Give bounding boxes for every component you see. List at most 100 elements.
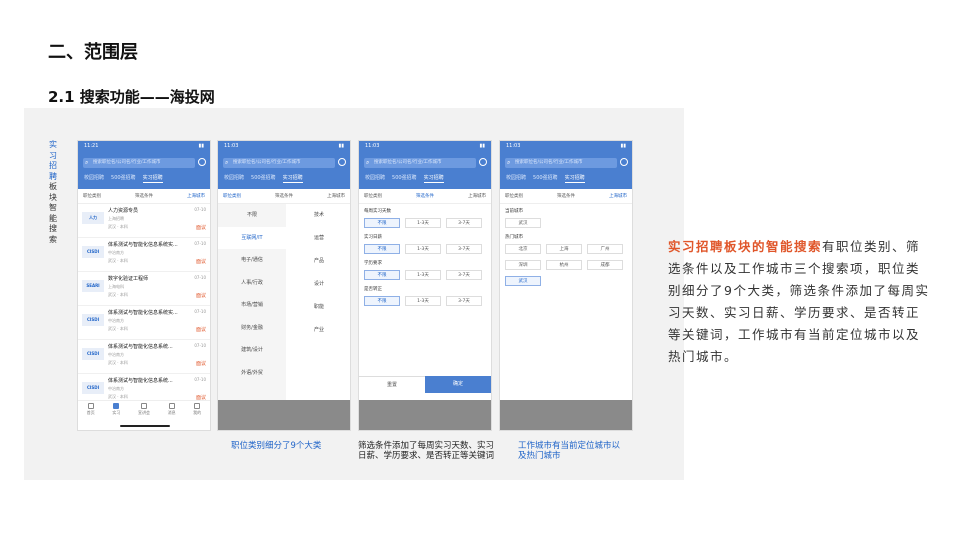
job-date: 07-10 [194, 377, 206, 382]
battery-icon: ▮▮ [479, 143, 485, 149]
category-item[interactable]: 市场/营销 [218, 294, 286, 317]
tab-500[interactable]: 500强招聘 [533, 174, 558, 183]
nav-talks[interactable]: 宣讲会 [138, 403, 150, 416]
search-input[interactable]: ⌕ 搜索职位名/公司名/行业/工作城市 [505, 158, 617, 168]
city-chip[interactable]: 武汉 [505, 218, 541, 228]
filter-category[interactable]: 职位类别 [364, 193, 382, 199]
dim-overlay[interactable] [500, 400, 632, 430]
category-item[interactable]: 人事/行政 [218, 272, 286, 295]
search-input[interactable]: ⌕ 搜索职位名/公司名/行业/工作城市 [364, 158, 476, 168]
option-chip[interactable]: 3-7天 [446, 270, 482, 280]
list-item[interactable]: SEARI 数字化验证工程师 上海电科 武汉 · 本科 07-10 面议 [78, 272, 210, 306]
tab-intern[interactable]: 实习招聘 [423, 174, 444, 183]
slide-title: 二、范围层 [48, 42, 138, 63]
job-meta: 武汉 · 本科 [108, 360, 128, 365]
option-chip[interactable]: 3-7天 [446, 296, 482, 306]
filter-city[interactable]: 上海城市 [468, 193, 486, 199]
city-chip[interactable]: 武汉 [505, 276, 541, 286]
search-icon: ⌕ [507, 159, 511, 166]
search-placeholder: 搜索职位名/公司名/行业/工作城市 [515, 160, 583, 165]
category-item[interactable]: 互联网/IT [218, 226, 286, 249]
category-item[interactable]: 外语/外贸 [218, 362, 286, 385]
filter-conditions[interactable]: 筛选条件 [416, 193, 434, 199]
city-chip[interactable]: 上海 [546, 244, 582, 254]
company-logo: CISDI [82, 348, 104, 360]
category-item[interactable]: 不限 [218, 204, 286, 227]
list-item[interactable]: CISDI 体系测试与智能化信息系统实... 中冶南方 武汉 · 本科 07-10 面议 [78, 306, 210, 340]
filter-category[interactable]: 职位类别 [505, 193, 523, 199]
nav-me[interactable]: 我的 [193, 403, 201, 416]
list-item[interactable]: CISDI 体系测试与智能化信息系统实... 中冶南方 武汉 · 本科 07-10 面议 [78, 238, 210, 272]
subcategory-item[interactable]: 产品 [286, 250, 350, 273]
filter-bar: 职位类别 筛选条件 上海城市 [500, 189, 632, 204]
option-chip[interactable]: 1-3天 [405, 218, 441, 228]
chat-icon[interactable] [338, 158, 346, 166]
city-chip[interactable]: 深圳 [505, 260, 541, 270]
filter-city[interactable]: 上海城市 [609, 193, 627, 199]
tab-500[interactable]: 500强招聘 [392, 174, 417, 183]
chat-icon[interactable] [198, 158, 206, 166]
option-chip[interactable]: 不限 [364, 218, 400, 228]
company-logo: CISDI [82, 246, 104, 258]
caption-filter: 筛选条件添加了每周实习天数、实习日薪、学历要求、是否转正等关键词 [358, 441, 495, 461]
filter-conditions[interactable]: 筛选条件 [135, 193, 153, 199]
reset-button[interactable]: 重置 [359, 376, 425, 393]
filter-category[interactable]: 职位类别 [83, 193, 101, 199]
city-chip[interactable]: 广州 [587, 244, 623, 254]
subcategory-item[interactable]: 运营 [286, 227, 350, 250]
city-chip[interactable]: 成都 [587, 260, 623, 270]
subcategory-item[interactable]: 设计 [286, 273, 350, 296]
option-chip[interactable]: 不限 [364, 296, 400, 306]
confirm-button[interactable]: 确定 [425, 376, 491, 393]
city-chip[interactable]: 北京 [505, 244, 541, 254]
job-meta: 武汉 · 本科 [108, 326, 128, 331]
tab-campus[interactable]: 校园招聘 [365, 174, 385, 183]
tab-campus[interactable]: 校园招聘 [84, 174, 104, 183]
filter-city[interactable]: 上海城市 [187, 193, 205, 199]
job-salary: 面议 [195, 361, 206, 367]
tab-bar: 校园招聘 500强招聘 实习招聘 [365, 174, 444, 183]
option-chip[interactable]: 3-7天 [446, 218, 482, 228]
list-item[interactable]: 人力 人力资源专员 上海招聘 武汉 · 本科 07-10 面议 [78, 204, 210, 238]
filter-category[interactable]: 职位类别 [223, 193, 241, 199]
dim-overlay[interactable] [359, 400, 491, 430]
search-input[interactable]: ⌕ 搜索职位名/公司名/行业/工作城市 [83, 158, 195, 168]
description-highlight: 实习招聘板块的智能搜索 [668, 239, 823, 254]
city-chip[interactable]: 杭州 [546, 260, 582, 270]
tab-intern[interactable]: 实习招聘 [282, 174, 303, 183]
option-chip[interactable]: 1-3天 [405, 296, 441, 306]
job-date: 07-10 [194, 207, 206, 212]
option-chip[interactable]: 3-7天 [446, 244, 482, 254]
subcategory-item[interactable]: 职能 [286, 296, 350, 319]
filter-conditions[interactable]: 筛选条件 [275, 193, 293, 199]
option-chip[interactable]: 1-3天 [405, 270, 441, 280]
tab-500[interactable]: 500强招聘 [251, 174, 276, 183]
category-item[interactable]: 建筑/设计 [218, 339, 286, 362]
category-item[interactable]: 财务/金融 [218, 317, 286, 340]
chat-icon[interactable] [620, 158, 628, 166]
nav-intern[interactable]: 实习 [112, 403, 120, 416]
vertical-label-a: 实习招聘 [49, 140, 57, 181]
dim-overlay[interactable] [218, 400, 350, 430]
tab-500[interactable]: 500强招聘 [111, 174, 136, 183]
search-input[interactable]: ⌕ 搜索职位名/公司名/行业/工作城市 [223, 158, 335, 168]
tab-campus[interactable]: 校园招聘 [224, 174, 244, 183]
subcategory-item[interactable]: 产业 [286, 319, 350, 342]
nav-label: 消息 [167, 410, 176, 415]
tab-campus[interactable]: 校园招聘 [506, 174, 526, 183]
filter-city[interactable]: 上海城市 [327, 193, 345, 199]
filter-conditions[interactable]: 筛选条件 [557, 193, 575, 199]
nav-home[interactable]: 首页 [87, 403, 95, 416]
nav-messages[interactable]: 消息 [168, 403, 176, 416]
category-item[interactable]: 电子/通信 [218, 249, 286, 272]
tab-intern[interactable]: 实习招聘 [564, 174, 585, 183]
job-company: 中冶南方 [108, 352, 124, 357]
list-item[interactable]: CISDI 体系测试与智能化信息系统... 中冶南方 武汉 · 本科 07-10 面议 [78, 340, 210, 374]
chat-icon[interactable] [479, 158, 487, 166]
option-chip[interactable]: 不限 [364, 244, 400, 254]
job-title: 人力资源专员 [108, 208, 139, 214]
subcategory-item[interactable]: 技术 [286, 204, 350, 227]
tab-intern[interactable]: 实习招聘 [142, 174, 163, 183]
option-chip[interactable]: 不限 [364, 270, 400, 280]
option-chip[interactable]: 1-3天 [405, 244, 441, 254]
